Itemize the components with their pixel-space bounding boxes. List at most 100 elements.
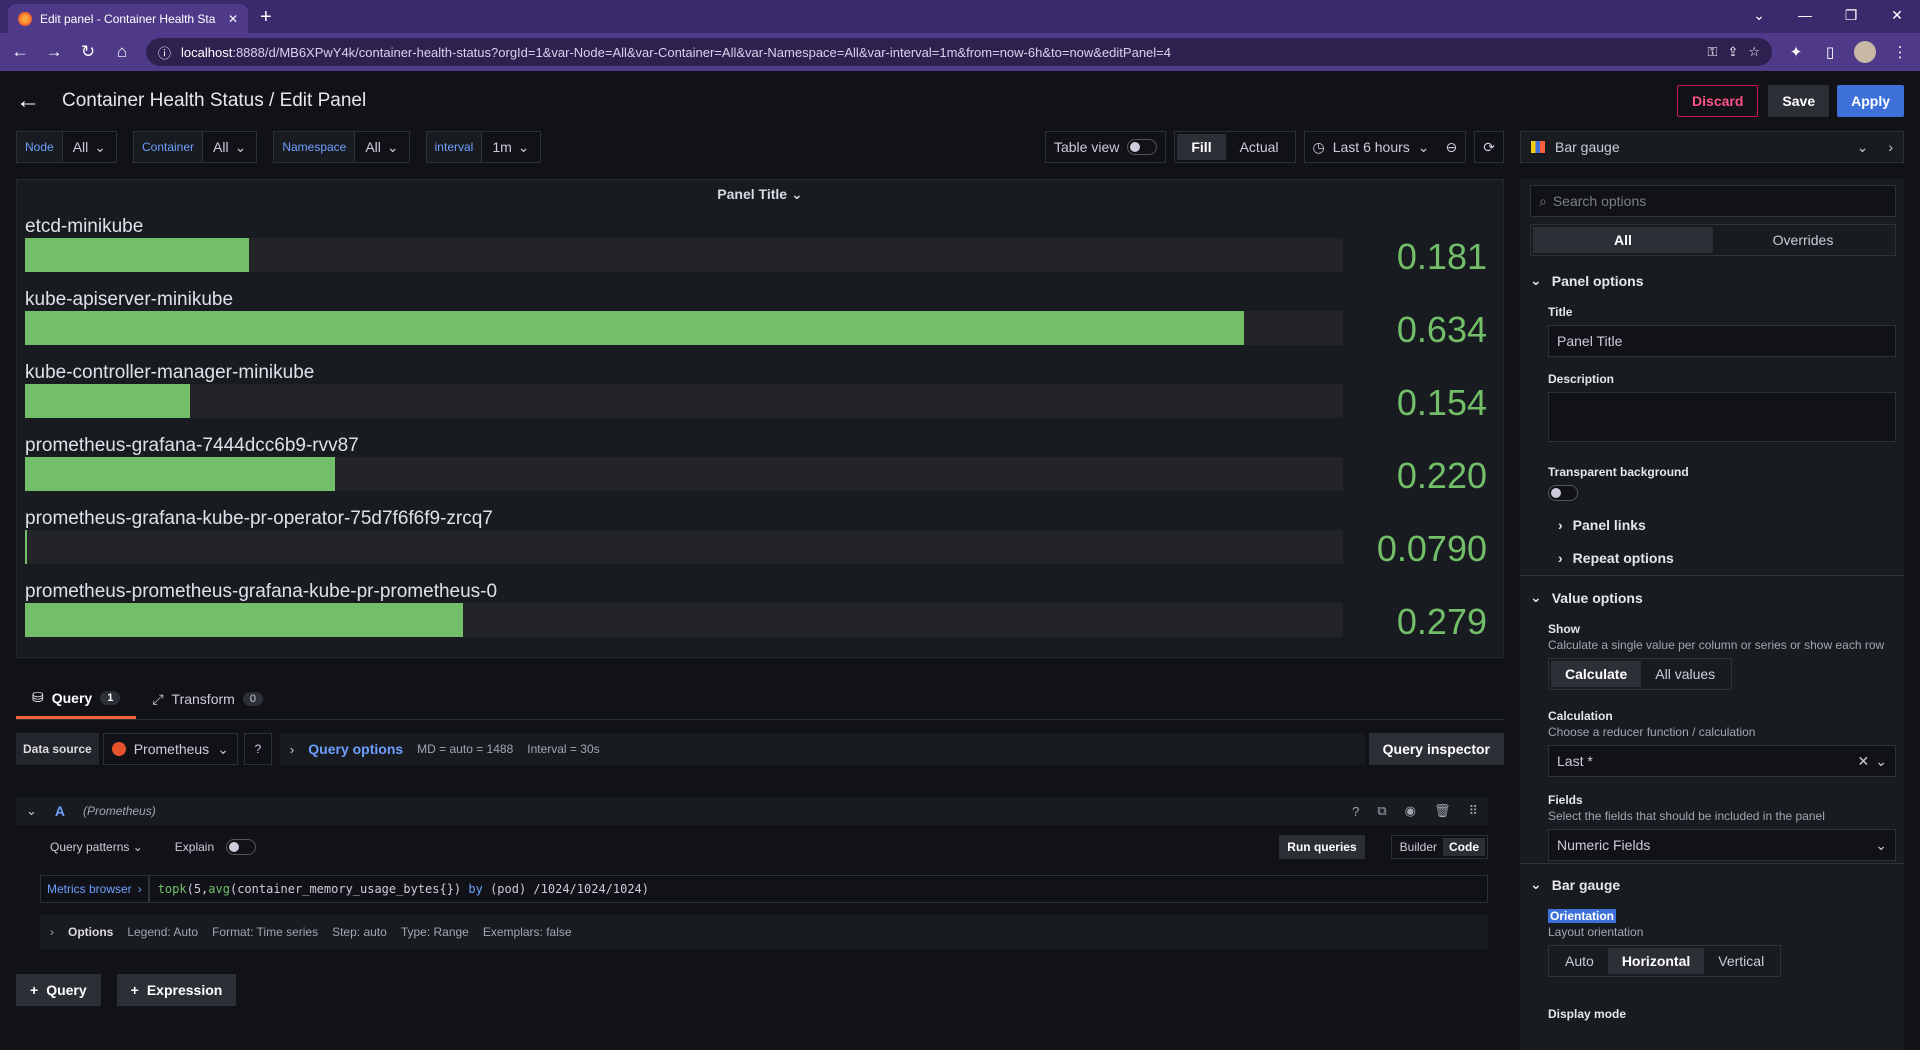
table-view-switch[interactable]	[1127, 139, 1158, 155]
time-range-picker[interactable]: ◷ Last 6 hours ⌄ ⊖	[1303, 131, 1467, 163]
bar-label: kube-apiserver-minikube	[25, 289, 234, 310]
back-arrow-icon[interactable]: ←	[16, 87, 46, 115]
promql-expression-input[interactable]: topk (5, avg (container_memory_usage_bytes{…	[148, 875, 1488, 903]
orientation-auto-option[interactable]: Auto	[1551, 948, 1608, 974]
collapse-pane-chevron-icon[interactable]: ›	[1888, 139, 1893, 155]
builder-option[interactable]: Builder	[1394, 838, 1443, 856]
refresh-button[interactable]: ⟳	[1474, 131, 1504, 163]
title-input[interactable]: Panel Title	[1548, 325, 1896, 357]
tab-search-icon[interactable]: ⌄	[1736, 0, 1782, 30]
repeat-options-header[interactable]: › Repeat options	[1558, 550, 1896, 566]
show-label: Show	[1548, 622, 1580, 636]
zoom-out-icon[interactable]: ⊖	[1446, 139, 1458, 156]
description-textarea[interactable]	[1548, 392, 1896, 442]
table-view-label: Table view	[1053, 139, 1120, 155]
expression-row: Metrics browser › topk (5, avg (container_me…	[40, 875, 1488, 903]
expr-part2: (container_memory_usage_bytes{})	[229, 882, 469, 896]
var-interval-label: interval	[425, 131, 483, 163]
discard-button[interactable]: Discard	[1677, 85, 1759, 117]
panel-title[interactable]: Panel Title ⌄	[17, 186, 1503, 203]
key-icon[interactable]: ⚿	[1708, 44, 1718, 60]
forward-icon[interactable]: →	[44, 42, 64, 62]
query-options-row[interactable]: › Options Legend: Auto Format: Time seri…	[40, 914, 1488, 950]
query-inspector-button[interactable]: Query inspector	[1368, 733, 1504, 765]
code-option[interactable]: Code	[1443, 838, 1485, 856]
fill-option[interactable]: Fill	[1177, 134, 1226, 160]
apply-button[interactable]: Apply	[1837, 85, 1904, 117]
home-icon[interactable]: ⌂	[112, 42, 132, 62]
duplicate-query-icon[interactable]: ⧉	[1377, 803, 1386, 819]
orientation-vertical-option[interactable]: Vertical	[1704, 948, 1778, 974]
close-tab-icon[interactable]: ✕	[228, 12, 238, 26]
add-query-button[interactable]: + Query	[16, 974, 101, 1006]
query-ref-id[interactable]: A	[55, 803, 65, 819]
var-interval-select[interactable]: 1m ⌄	[482, 131, 541, 163]
overrides-option[interactable]: Overrides	[1713, 227, 1893, 253]
bar-value: 0.634	[1396, 309, 1487, 350]
share-icon[interactable]: ⇪	[1727, 44, 1738, 60]
all-values-option[interactable]: All values	[1641, 661, 1729, 687]
bar-label: prometheus-grafana-7444dcc6b9-rvv87	[25, 435, 359, 456]
close-window-icon[interactable]: ✕	[1874, 0, 1920, 30]
panel-links-header[interactable]: › Panel links	[1558, 517, 1896, 533]
datasource-help-button[interactable]: ?	[243, 733, 272, 765]
chevron-down-icon: ⌄	[1417, 138, 1430, 155]
show-field: Show Calculate a single value per column…	[1548, 622, 1896, 690]
table-view-toggle[interactable]: Table view	[1044, 131, 1167, 163]
run-queries-button[interactable]: Run queries	[1279, 835, 1365, 859]
tab-query[interactable]: ⛁ Query 1	[16, 679, 137, 719]
value-options-header[interactable]: ⌄ Value options	[1530, 589, 1896, 606]
visualization-picker[interactable]: Bar gauge ⌄ ›	[1520, 131, 1904, 163]
add-expression-button[interactable]: + Expression	[116, 974, 237, 1006]
back-icon[interactable]: ←	[10, 42, 30, 62]
side-panel-icon[interactable]: ▯	[1820, 43, 1840, 61]
datasource-select[interactable]: Prometheus ⌄	[102, 733, 238, 765]
save-button[interactable]: Save	[1768, 85, 1830, 117]
var-namespace-select[interactable]: All ⌄	[355, 131, 410, 163]
fields-select[interactable]: Numeric Fields ⌄	[1548, 829, 1896, 861]
collapse-chevron-icon[interactable]: ⌄	[26, 803, 37, 819]
query-patterns-label: Query patterns	[50, 840, 130, 854]
bookmark-star-icon[interactable]: ☆	[1748, 44, 1760, 60]
transparent-toggle[interactable]	[1548, 485, 1578, 501]
address-bar[interactable]: ⓘ localhost:8888/d/MB6XPwY4k/container-h…	[146, 38, 1772, 66]
bar-gauge-title: Bar gauge	[1551, 876, 1621, 893]
restore-icon[interactable]: ❐	[1828, 0, 1874, 30]
search-options-input[interactable]: ⌕ Search options	[1530, 185, 1896, 217]
browser-menu-icon[interactable]: ⋮	[1890, 43, 1910, 61]
profile-avatar[interactable]	[1854, 41, 1876, 63]
query-help-icon[interactable]: ?	[1352, 804, 1359, 819]
extensions-icon[interactable]: ✦	[1786, 43, 1806, 61]
calculation-select[interactable]: Last * ✕ ⌄	[1548, 745, 1896, 777]
site-info-icon[interactable]: ⓘ	[158, 43, 171, 62]
calculation-description: Choose a reducer function / calculation	[1548, 725, 1756, 739]
var-node-select[interactable]: All ⌄	[62, 131, 117, 163]
fields-field: Fields Select the fields that should be …	[1548, 793, 1896, 861]
chevron-down-icon: ⌄	[1530, 589, 1542, 605]
new-tab-icon[interactable]: +	[260, 6, 272, 29]
var-container-label: Container	[132, 131, 204, 163]
prometheus-icon	[111, 742, 126, 756]
bar-fill	[25, 311, 1245, 345]
hide-query-eye-icon[interactable]: ◉	[1405, 803, 1416, 819]
actual-option[interactable]: Actual	[1226, 134, 1293, 160]
explain-toggle[interactable]	[226, 839, 257, 855]
clear-icon[interactable]: ✕	[1858, 753, 1870, 770]
var-container-select[interactable]: All ⌄	[203, 131, 258, 163]
reload-icon[interactable]: ↻	[78, 42, 98, 62]
calculation-field: Calculation Choose a reducer function / …	[1548, 709, 1896, 777]
query-datasource-name: (Prometheus)	[83, 804, 156, 818]
minimize-icon[interactable]: —	[1782, 0, 1828, 30]
orientation-horizontal-option[interactable]: Horizontal	[1607, 948, 1705, 974]
metrics-browser-button[interactable]: Metrics browser ›	[40, 875, 149, 903]
all-option[interactable]: All	[1533, 227, 1713, 253]
calculate-option[interactable]: Calculate	[1551, 661, 1642, 687]
query-options[interactable]: › Query options MD = auto = 1488 Interva…	[279, 733, 1365, 765]
delete-query-trash-icon[interactable]: 🗑	[1434, 803, 1451, 819]
drag-handle-icon[interactable]: ⠿	[1468, 803, 1478, 819]
tab-transform[interactable]: ⤢ Transform 0	[136, 679, 279, 719]
query-patterns-dropdown[interactable]: Query patterns ⌄	[50, 840, 143, 854]
panel-options-header[interactable]: ⌄ Panel options	[1530, 272, 1896, 289]
browser-tab[interactable]: Edit panel - Container Health Sta ✕	[8, 4, 248, 33]
bar-gauge-header[interactable]: ⌄ Bar gauge	[1530, 876, 1896, 893]
